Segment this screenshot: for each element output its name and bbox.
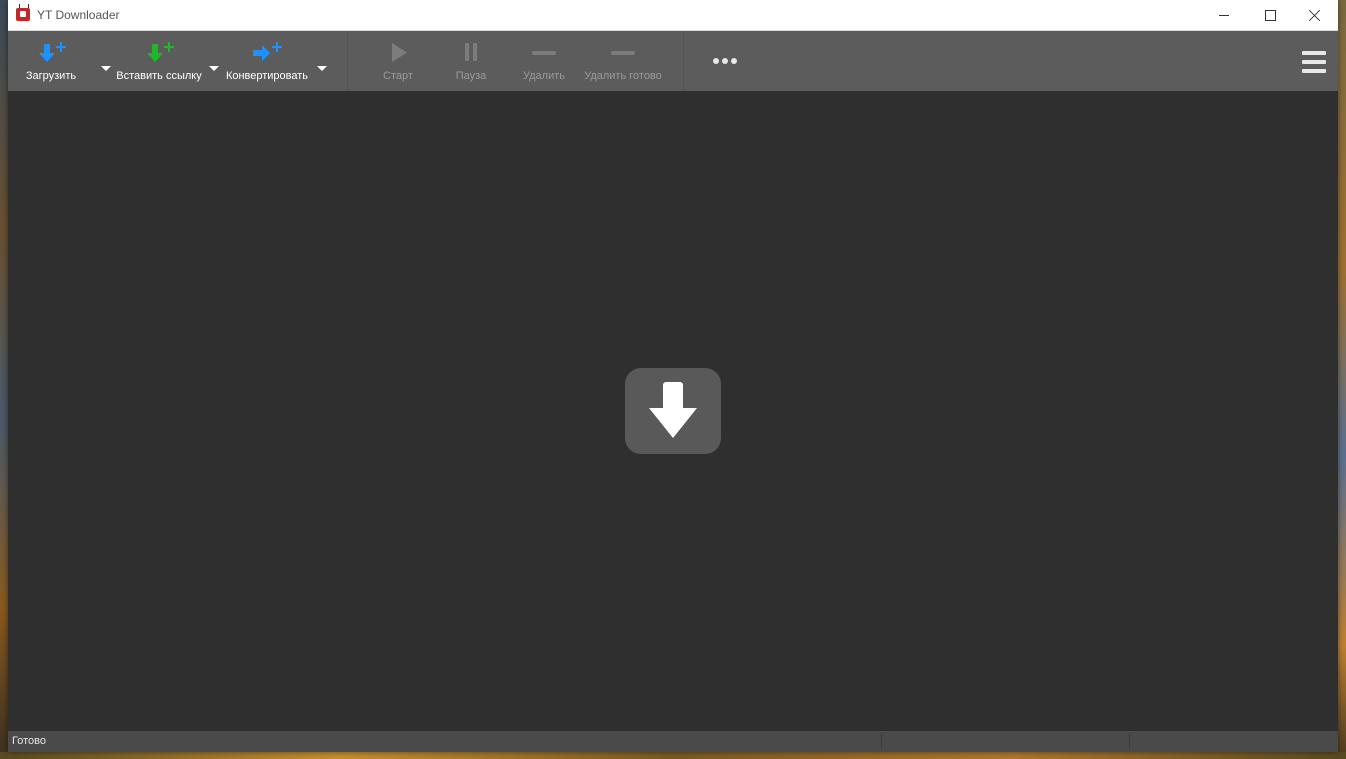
minimize-button[interactable] <box>1201 0 1247 30</box>
download-arrow-icon <box>649 382 697 438</box>
desktop-background-left <box>0 0 8 759</box>
pause-button[interactable]: Пауза <box>451 31 491 91</box>
status-divider <box>881 734 882 749</box>
download-label: Загрузить <box>25 70 77 82</box>
start-button[interactable]: Старт <box>378 31 418 91</box>
app-window: YT Downloader Загрузить Вставить ссылку … <box>8 0 1338 752</box>
maximize-icon <box>1264 9 1276 21</box>
app-logo-icon <box>16 8 30 21</box>
minus-icon <box>611 51 635 55</box>
close-button[interactable] <box>1292 0 1338 30</box>
status-bar: Готово <box>8 731 1338 752</box>
maximize-button[interactable] <box>1247 0 1293 30</box>
paste-link-plus-icon <box>147 42 174 62</box>
paste-link-button[interactable]: Вставить ссылку <box>114 31 204 91</box>
download-list-area[interactable] <box>8 91 1338 731</box>
start-label: Старт <box>383 70 413 82</box>
convert-arrow-plus-icon <box>253 42 282 61</box>
download-button[interactable]: Загрузить <box>22 31 80 91</box>
delete-button[interactable]: Удалить <box>519 31 569 91</box>
hamburger-menu-icon[interactable] <box>1302 51 1326 73</box>
minus-icon <box>532 51 556 55</box>
desktop-background-right <box>1338 0 1346 759</box>
delete-label: Удалить <box>523 70 565 82</box>
download-dropdown-arrow[interactable] <box>101 65 111 71</box>
more-dots-icon[interactable] <box>708 51 742 71</box>
convert-button[interactable]: Конвертировать <box>222 31 312 91</box>
play-icon <box>392 43 407 62</box>
status-text: Готово <box>12 735 46 747</box>
paste-link-dropdown-arrow[interactable] <box>209 65 219 71</box>
delete-done-label: Удалить готово <box>584 70 662 82</box>
delete-done-button[interactable]: Удалить готово <box>581 31 665 91</box>
convert-dropdown-arrow[interactable] <box>317 65 327 71</box>
desktop-background-bottom <box>0 752 1346 759</box>
minimize-icon <box>1219 14 1229 16</box>
status-divider <box>1129 734 1130 749</box>
toolbar-separator <box>347 31 348 91</box>
download-plus-icon <box>39 42 66 62</box>
pause-label: Пауза <box>455 70 487 82</box>
title-bar[interactable]: YT Downloader <box>8 0 1338 31</box>
pause-icon <box>465 43 477 61</box>
close-icon <box>1309 9 1321 21</box>
drop-zone[interactable] <box>625 368 721 454</box>
window-title: YT Downloader <box>37 8 120 22</box>
convert-label: Конвертировать <box>225 70 309 82</box>
toolbar-separator <box>683 31 684 91</box>
paste-link-label: Вставить ссылку <box>116 70 202 82</box>
toolbar: Загрузить Вставить ссылку Конвертировать <box>8 31 1338 91</box>
